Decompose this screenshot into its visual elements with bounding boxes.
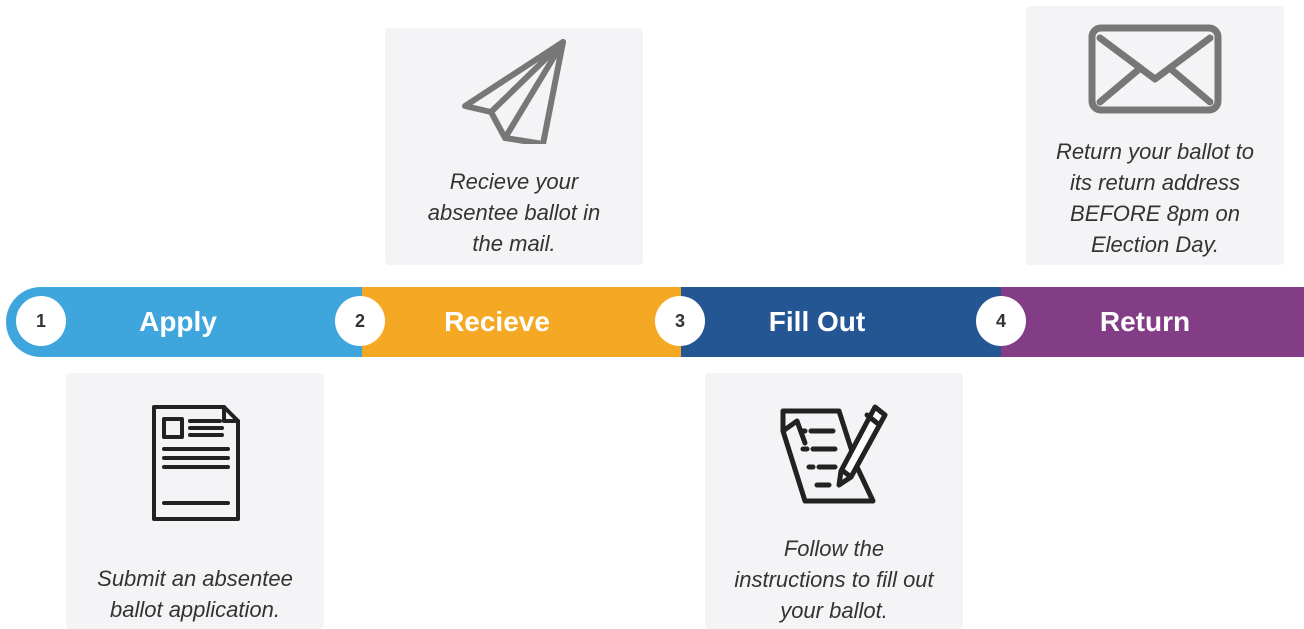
step-3-number: 3 bbox=[655, 296, 705, 346]
step-2-card: Recieve your absentee ballot in the mail… bbox=[385, 28, 643, 265]
step-2-desc-line: Recieve your bbox=[449, 169, 579, 194]
step-4-desc-line: Election Day. bbox=[1091, 232, 1219, 257]
step-3-desc-line: Follow the bbox=[783, 536, 885, 561]
step-4-number: 4 bbox=[976, 296, 1026, 346]
step-4-label: Return bbox=[1099, 306, 1191, 337]
step-1-desc-line: Submit an absentee bbox=[97, 566, 293, 591]
step-1-label: Apply bbox=[139, 306, 217, 337]
step-2-desc-line: absentee ballot in bbox=[427, 200, 601, 225]
step-4-desc-line: Return your ballot to bbox=[1055, 139, 1255, 164]
step-1-desc-line: ballot application. bbox=[109, 597, 280, 622]
step-3-desc-line: instructions to fill out bbox=[734, 567, 934, 592]
step-2-number: 2 bbox=[335, 296, 385, 346]
envelope-icon bbox=[1088, 24, 1222, 114]
step-3-card: Follow the instructions to fill out your… bbox=[705, 373, 963, 629]
step-4-card: Return your ballot to its return address… bbox=[1026, 6, 1284, 265]
paper-plane-icon bbox=[462, 39, 566, 144]
step-2-desc-line: the mail. bbox=[472, 231, 556, 256]
step-2-label: Recieve bbox=[444, 306, 550, 337]
step-1-card: Submit an absentee ballot application. bbox=[66, 373, 324, 629]
step-3-desc-line: your ballot. bbox=[780, 598, 888, 623]
step-3-label: Fill Out bbox=[768, 306, 866, 337]
writing-icon bbox=[780, 404, 888, 504]
step-4-desc-line: BEFORE 8pm on bbox=[1070, 201, 1240, 226]
step-4-desc-line: its return address bbox=[1070, 170, 1240, 195]
step-1-number: 1 bbox=[16, 296, 66, 346]
document-icon bbox=[152, 405, 240, 521]
